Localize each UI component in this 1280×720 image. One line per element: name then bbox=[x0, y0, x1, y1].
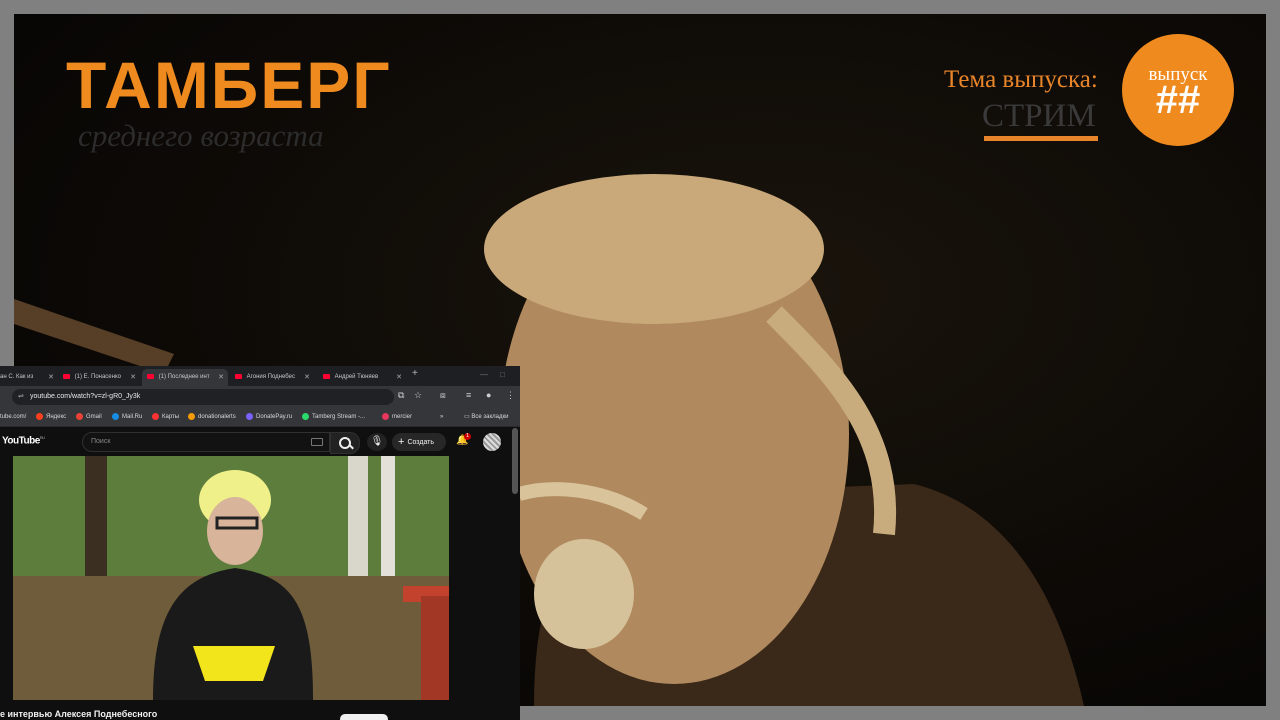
youtube-logo[interactable]: YouTubeRU bbox=[2, 435, 45, 446]
tab-item[interactable]: Андрей Тюняев ✕ bbox=[318, 369, 406, 386]
maximize-icon[interactable]: □ bbox=[500, 370, 505, 379]
bookmark-label: Gmail bbox=[86, 414, 102, 420]
profile-icon[interactable]: ● bbox=[486, 390, 491, 400]
browser-window: ан С. Как из ✕ (1) Е. Понасенко ✕ (1) По… bbox=[0, 366, 520, 720]
bookmark-label: Tamberg Stream -... bbox=[312, 414, 366, 420]
bookmark-item[interactable]: Tamberg Stream -... bbox=[302, 411, 365, 423]
tab-label: ан С. Как из bbox=[0, 374, 34, 380]
url-text: youtube.com/watch?v=zl-gR0_Jy3k bbox=[30, 393, 141, 400]
all-bookmarks[interactable]: ▭ Все закладки bbox=[464, 411, 508, 423]
search-icon bbox=[339, 437, 351, 449]
mercier-icon bbox=[382, 412, 389, 420]
tab-item[interactable]: ан С. Как из ✕ bbox=[0, 369, 58, 386]
youtube-favicon-icon bbox=[235, 373, 242, 379]
close-tab-icon[interactable]: ✕ bbox=[396, 369, 402, 386]
bookmark-item[interactable]: donationalerts bbox=[188, 411, 236, 423]
bookmark-label: Mail.Ru bbox=[122, 414, 143, 420]
bookmark-label: tube.com/ bbox=[0, 414, 27, 420]
avatar[interactable] bbox=[483, 433, 501, 451]
episode-number: ## bbox=[1155, 78, 1201, 122]
bookmark-item[interactable]: mercier bbox=[382, 411, 412, 423]
youtube-header: YouTubeRU Поиск 🎙 + Создать 🔔 1 bbox=[0, 427, 520, 455]
bookmark-item[interactable]: DonatePay.ru bbox=[246, 411, 292, 423]
channel-subtitle: среднего возраста bbox=[78, 118, 324, 153]
install-app-icon[interactable]: ⧉ bbox=[398, 390, 404, 401]
bookmark-label: Яндекс bbox=[46, 414, 67, 420]
bookmark-item[interactable]: Mail.Ru bbox=[112, 411, 142, 423]
yandex-icon bbox=[36, 412, 43, 420]
gmail-icon bbox=[76, 412, 83, 420]
tab-label: Агония Поднебес bbox=[246, 374, 295, 380]
notification-count: 1 bbox=[464, 433, 471, 440]
topic-label: Тема выпуска: bbox=[944, 66, 1098, 93]
url-field[interactable]: ⇌ youtube.com/watch?v=zl-gR0_Jy3k bbox=[12, 389, 394, 405]
scrollbar[interactable] bbox=[512, 428, 518, 494]
reading-list-icon[interactable]: ≡ bbox=[466, 390, 471, 400]
youtube-favicon-icon bbox=[147, 373, 154, 379]
more-bookmarks-icon[interactable]: » bbox=[440, 411, 443, 423]
minimize-icon[interactable]: — bbox=[480, 370, 488, 379]
tab-label: Андрей Тюняев bbox=[334, 374, 379, 380]
search-icon-handle bbox=[349, 444, 354, 450]
close-tab-icon[interactable]: ✕ bbox=[48, 369, 54, 386]
all-bookmarks-label: Все закладки bbox=[471, 414, 509, 420]
extensions-icon[interactable]: ⧈ bbox=[440, 390, 446, 401]
donatepay-icon bbox=[246, 412, 253, 420]
mailru-icon bbox=[112, 412, 119, 420]
tab-item[interactable]: (1) Е. Понасенко ✕ bbox=[58, 369, 140, 386]
youtube-logo-text: YouTube bbox=[2, 435, 40, 447]
bookmark-label: donationalerts bbox=[198, 414, 236, 420]
more-menu-icon[interactable]: ⋮ bbox=[506, 390, 515, 401]
video-frame bbox=[13, 456, 449, 700]
create-label: Создать bbox=[407, 439, 435, 446]
donationalerts-icon bbox=[188, 412, 195, 420]
search-placeholder: Поиск bbox=[91, 438, 111, 445]
bookmark-label: mercier bbox=[392, 414, 413, 420]
bookmark-item[interactable]: Gmail bbox=[76, 411, 102, 423]
bookmark-label: Карты bbox=[162, 414, 180, 420]
site-info-icon[interactable]: ⇌ bbox=[18, 389, 24, 405]
new-tab-icon[interactable]: + bbox=[412, 368, 418, 379]
episode-badge: выпуск ## bbox=[1122, 34, 1234, 146]
bookmark-star-icon[interactable]: ☆ bbox=[414, 390, 422, 401]
tab-bar: ан С. Как из ✕ (1) Е. Понасенко ✕ (1) По… bbox=[0, 366, 520, 386]
youtube-region: RU bbox=[39, 435, 45, 440]
address-bar: ⇌ youtube.com/watch?v=zl-gR0_Jy3k ⧉ ☆ ⧈ … bbox=[0, 386, 520, 408]
plus-icon: + bbox=[398, 436, 405, 448]
bookmark-item[interactable]: Яндекс bbox=[36, 411, 66, 423]
close-tab-icon[interactable]: ✕ bbox=[218, 369, 224, 386]
bookmark-item[interactable]: tube.com/ bbox=[0, 411, 26, 423]
maps-icon bbox=[152, 412, 159, 420]
tamberg-stream-icon bbox=[302, 412, 309, 420]
bookmarks-bar: tube.com/ Яндекс Gmail Mail.Ru Карты don… bbox=[0, 408, 520, 427]
topic-value: СТРИМ bbox=[982, 98, 1096, 134]
keyboard-icon[interactable] bbox=[311, 438, 323, 446]
search-button[interactable] bbox=[330, 432, 360, 454]
close-tab-icon[interactable]: ✕ bbox=[130, 369, 136, 386]
youtube-favicon-icon bbox=[63, 373, 70, 379]
create-button[interactable]: + Создать bbox=[392, 433, 446, 451]
bookmark-item[interactable]: Карты bbox=[152, 411, 179, 423]
microphone-icon[interactable]: 🎙 bbox=[367, 433, 387, 451]
youtube-favicon-icon bbox=[323, 373, 330, 379]
channel-title: ТАМБЕРГ bbox=[66, 48, 392, 122]
topic-underline bbox=[984, 136, 1098, 141]
tab-label: (1) Е. Понасенко bbox=[74, 374, 121, 380]
close-tab-icon[interactable]: ✕ bbox=[304, 369, 310, 386]
tab-label: (1) Последнее инт bbox=[158, 374, 210, 380]
video-title: е интервью Алексея Поднебесного bbox=[0, 709, 158, 719]
subscribe-button[interactable] bbox=[340, 714, 388, 720]
video-player[interactable] bbox=[13, 456, 449, 700]
bookmark-label: DonatePay.ru bbox=[256, 414, 293, 420]
tab-item-active[interactable]: (1) Последнее инт ✕ bbox=[142, 369, 228, 386]
search-input[interactable]: Поиск bbox=[82, 432, 330, 452]
tab-item[interactable]: Агония Поднебес ✕ bbox=[230, 369, 314, 386]
